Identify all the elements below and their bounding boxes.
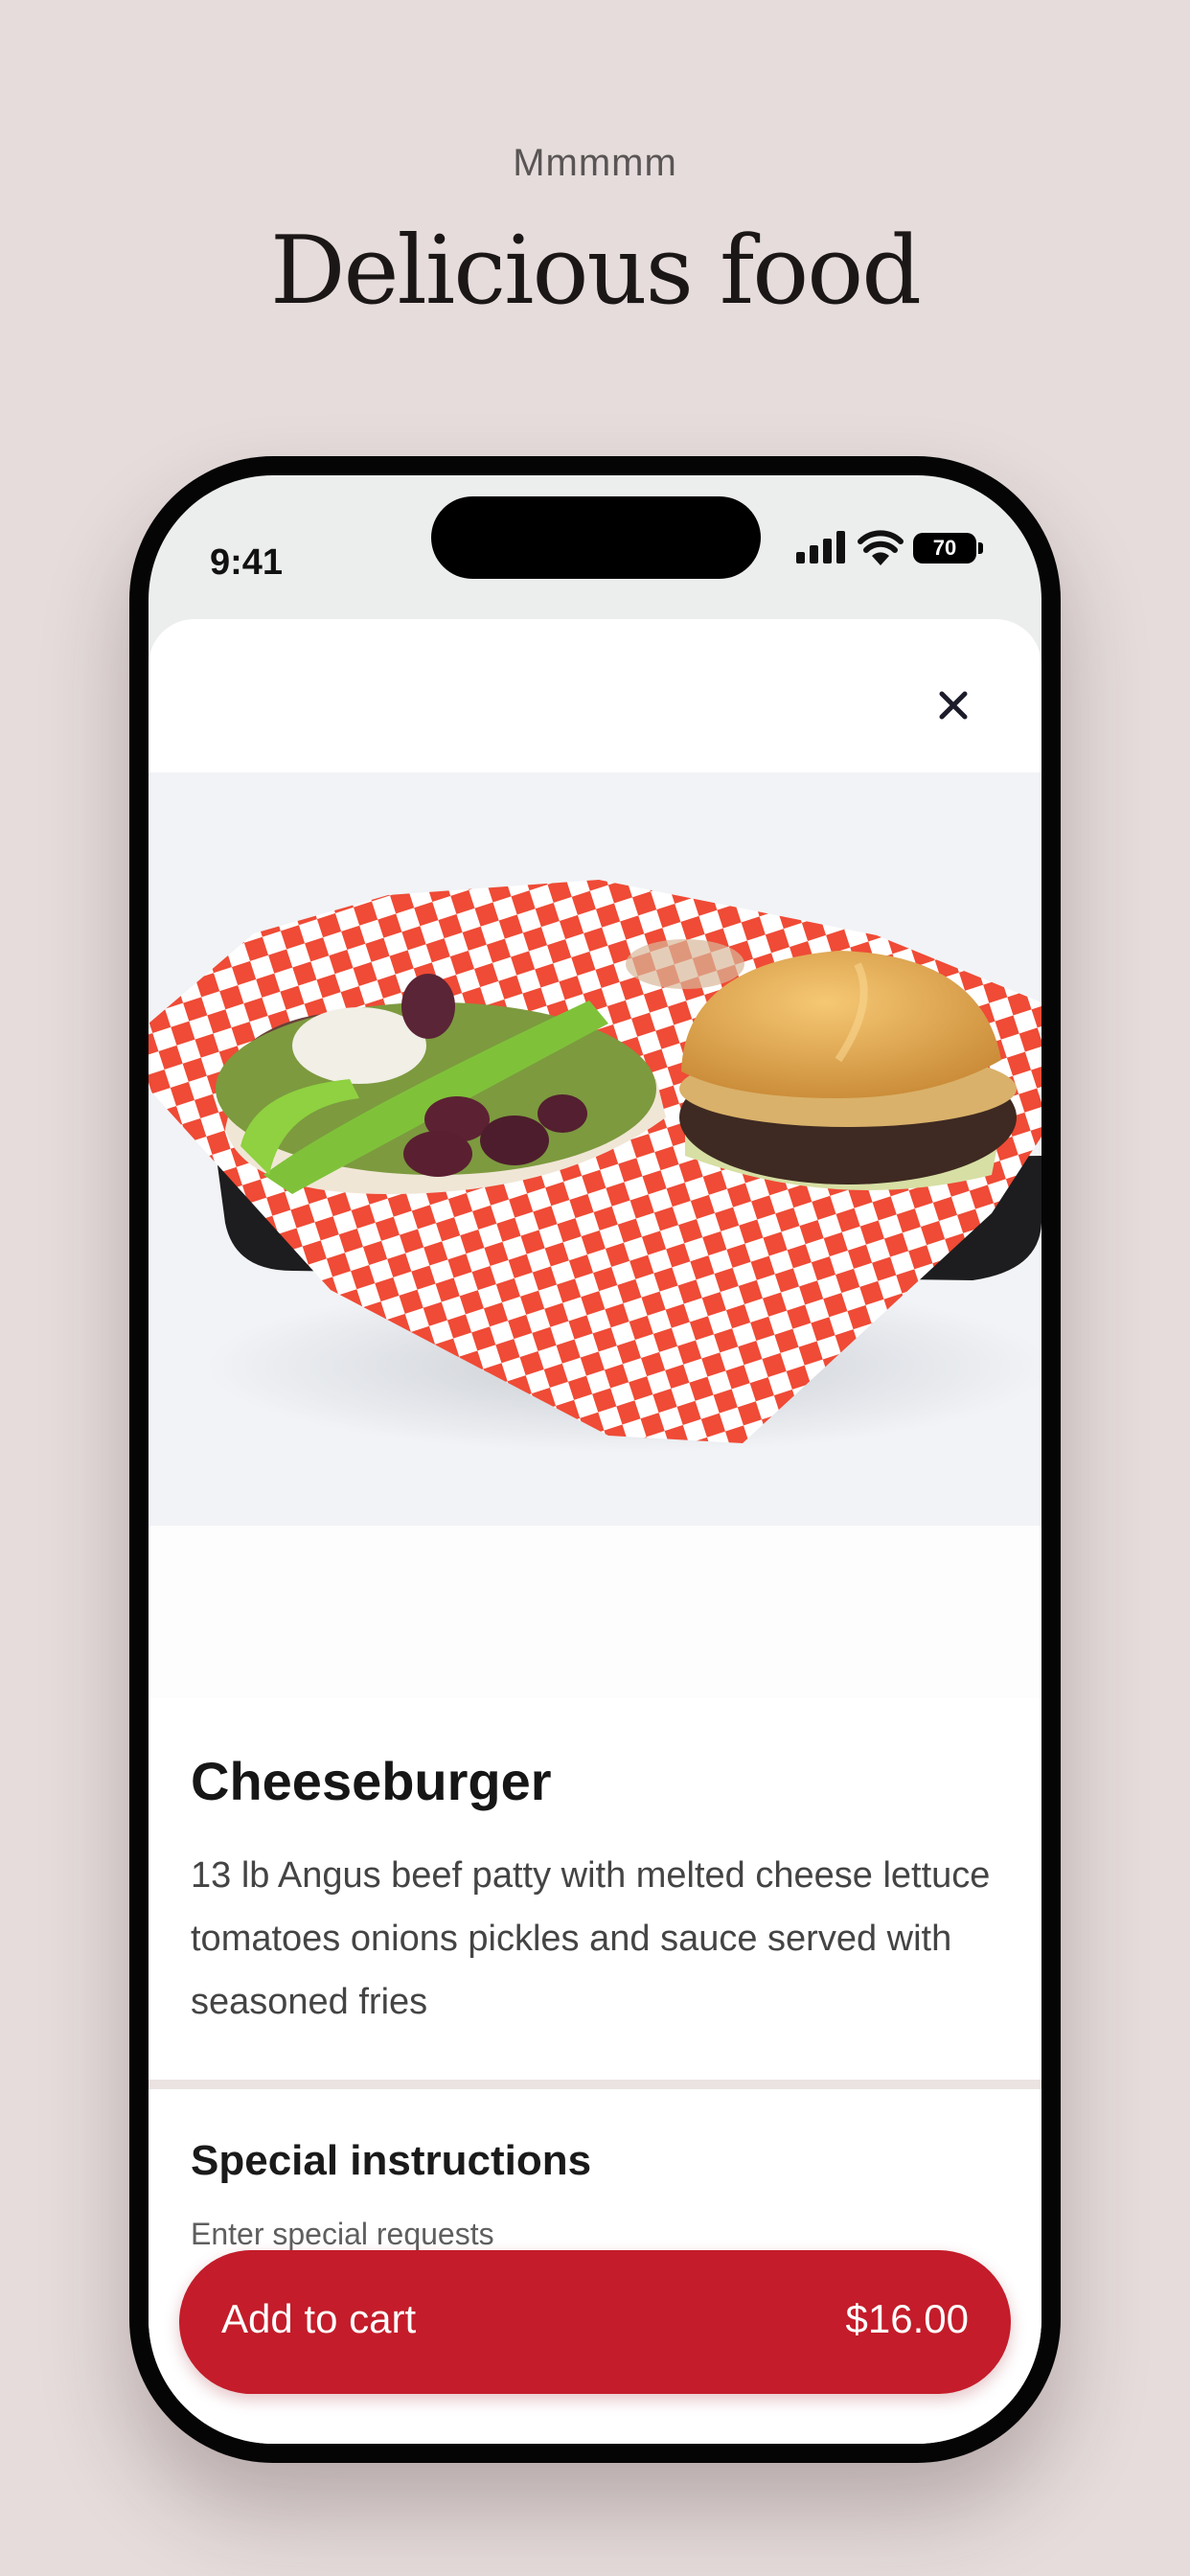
photo-padding bbox=[149, 1526, 1041, 1698]
cart-price: $16.00 bbox=[845, 2296, 969, 2341]
special-instructions-title: Special instructions bbox=[191, 2137, 592, 2184]
phone-frame: 9:41 70 Cheeseburger 13 lb Angus beef pa… bbox=[129, 456, 1061, 2463]
battery-icon: 70 bbox=[913, 533, 976, 564]
close-icon bbox=[939, 691, 968, 720]
promo-headline: Delicious food bbox=[269, 217, 922, 326]
phone-screen: 9:41 70 Cheeseburger 13 lb Angus beef pa… bbox=[149, 475, 1041, 2444]
add-to-cart-button[interactable]: Add to cart $16.00 bbox=[179, 2250, 1011, 2394]
close-button[interactable] bbox=[927, 678, 980, 732]
item-photo bbox=[149, 772, 1041, 1526]
dynamic-island bbox=[431, 496, 761, 579]
item-description: 13 lb Angus beef patty with melted chees… bbox=[191, 1855, 991, 2022]
battery-nub bbox=[978, 542, 983, 554]
item-detail-sheet: Cheeseburger 13 lb Angus beef patty with… bbox=[149, 619, 1041, 2444]
section-divider bbox=[149, 2080, 1041, 2089]
item-title: Cheeseburger bbox=[191, 1751, 552, 1811]
promo-eyebrow: Mmmmm bbox=[513, 142, 677, 184]
cellular-signal-icon bbox=[796, 531, 845, 564]
status-time: 9:41 bbox=[210, 542, 284, 583]
status-bar: 9:41 70 bbox=[149, 475, 1041, 600]
add-to-cart-label: Add to cart bbox=[221, 2296, 417, 2341]
wifi-icon bbox=[858, 530, 904, 565]
cheeseburger-basket-photo bbox=[149, 880, 1041, 1453]
